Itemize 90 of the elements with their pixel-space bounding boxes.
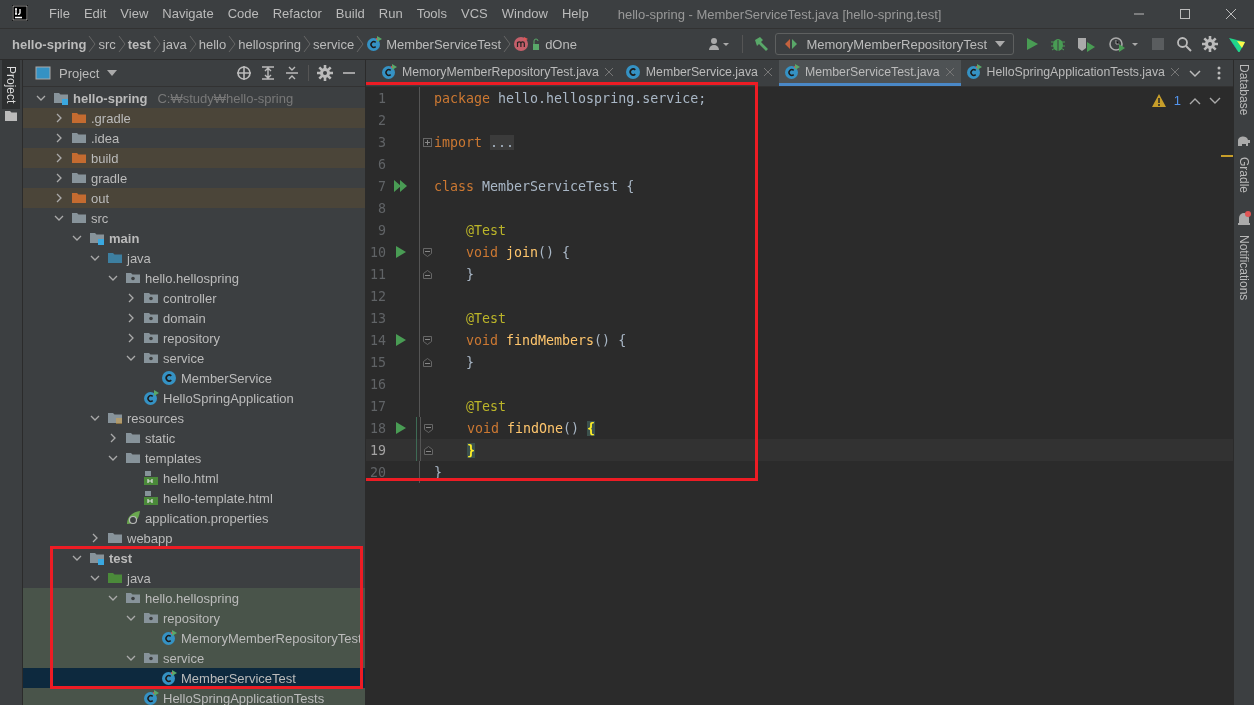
tree-item[interactable]: hello-template.html [163, 490, 273, 506]
code-line: } [465, 354, 474, 370]
tool-window-tab[interactable]: Gradle [1237, 153, 1251, 198]
tree-item[interactable]: java [127, 570, 151, 586]
code-line: @Test [465, 310, 507, 326]
tree-item[interactable]: service [163, 350, 205, 366]
tree-item[interactable]: src [91, 210, 109, 226]
tree-item[interactable]: domain [163, 310, 206, 326]
tool-window-tab[interactable]: Database [1237, 60, 1251, 120]
tree-item[interactable]: templates [145, 450, 202, 466]
menu-item[interactable]: View [113, 0, 156, 28]
tree-item[interactable]: gradle [91, 170, 128, 186]
tree-item[interactable]: out [91, 190, 110, 206]
tree-item[interactable]: service [163, 650, 205, 666]
tree-item[interactable]: static [145, 430, 176, 446]
menu-item[interactable]: Code [220, 0, 266, 28]
run-configuration-dropdown[interactable]: MemoryMemberRepositoryTest [775, 33, 1014, 55]
tree-item[interactable]: HelloSpringApplication [163, 390, 294, 406]
tree-item[interactable]: .gradle [91, 110, 131, 126]
menu-item[interactable]: Edit [76, 0, 114, 28]
tree-item[interactable]: main [109, 230, 140, 246]
editor-tab[interactable]: MemberService.java [619, 60, 779, 86]
tree-item[interactable]: controller [163, 290, 217, 306]
tree-item[interactable]: build [91, 150, 119, 166]
tree-item[interactable]: MemberService [181, 370, 273, 386]
breadcrumb[interactable]: service [313, 36, 355, 52]
breadcrumb[interactable]: dOne [545, 36, 577, 52]
line-number: 11 [369, 266, 386, 282]
breadcrumb[interactable]: MemberServiceTest [386, 36, 502, 52]
code-line: void findOne() { [466, 420, 596, 436]
editor-tab[interactable]: HelloSpringApplicationTests.java [960, 60, 1186, 86]
line-number: 12 [369, 288, 386, 304]
code-line: class MemberServiceTest { [434, 178, 635, 194]
tree-item[interactable]: hello-spring [73, 90, 148, 106]
line-number: 10 [369, 244, 386, 260]
line-number: 6 [377, 156, 386, 172]
menu-item[interactable]: VCS [454, 0, 495, 28]
line-number: 1 [377, 90, 386, 106]
tree-item[interactable]: webapp [127, 530, 173, 546]
code-line: package hello.hellospring.service; [434, 90, 707, 106]
menu-item[interactable]: Build [328, 0, 372, 28]
line-number: 16 [369, 376, 386, 392]
menu-item[interactable]: Tools [409, 0, 454, 28]
line-number: 14 [369, 332, 386, 348]
window-title: hello-spring - MemberServiceTest.java [hello-spring.test] [617, 6, 942, 22]
code-line: } [465, 266, 474, 282]
tree-item[interactable]: repository [163, 330, 221, 346]
code-line: @Test [465, 222, 507, 238]
tree-item[interactable]: .idea [91, 130, 120, 146]
tool-window-tab[interactable]: Notifications [1237, 231, 1251, 305]
path-hint: C:₩study₩hello-spring [157, 90, 294, 106]
editor-tab[interactable]: MemoryMemberRepositoryTest.java [376, 60, 620, 86]
tree-item[interactable]: hello.hellospring [145, 270, 239, 286]
tree-item[interactable]: test [109, 550, 133, 566]
breadcrumb[interactable]: hello-spring [12, 36, 87, 52]
breadcrumb[interactable]: java [162, 36, 187, 52]
tool-window-tab[interactable]: Project [2, 60, 20, 110]
menu-item[interactable]: Run [371, 0, 410, 28]
breadcrumb[interactable]: hellospring [238, 36, 302, 52]
menu-item[interactable]: File [42, 0, 77, 28]
tree-item[interactable]: hello.html [163, 470, 219, 486]
line-number: 20 [369, 464, 386, 480]
code-line: void join() { [465, 244, 571, 260]
tree-item[interactable]: java [127, 250, 151, 266]
breadcrumb[interactable]: src [98, 36, 116, 52]
line-number: 3 [377, 134, 386, 150]
warning-count[interactable]: 1 [1173, 93, 1181, 108]
code-line: import ... [434, 134, 515, 150]
tree-item[interactable]: repository [163, 610, 221, 626]
breadcrumb[interactable]: test [127, 36, 151, 52]
menu-item[interactable]: Navigate [155, 0, 221, 28]
menu-item[interactable]: Help [554, 0, 596, 28]
line-number: 13 [369, 310, 386, 326]
line-number: 15 [369, 354, 386, 370]
line-number: 19 [369, 442, 386, 458]
line-number: 17 [369, 398, 386, 414]
line-number: 2 [377, 112, 386, 128]
tree-item[interactable]: resources [127, 410, 185, 426]
menu-item[interactable]: Window [494, 0, 555, 28]
line-number: 7 [377, 178, 386, 194]
menu-item[interactable]: Refactor [265, 0, 329, 28]
line-number: 8 [377, 200, 386, 216]
line-number: 18 [369, 420, 386, 436]
editor-tab[interactable]: MemberServiceTest.java [778, 60, 961, 86]
panel-title[interactable]: Project [59, 65, 100, 81]
tree-item[interactable]: application.properties [145, 510, 269, 526]
breadcrumb[interactable]: hello [198, 36, 227, 52]
code-line: void findMembers() { [465, 332, 627, 348]
line-number: 9 [377, 222, 386, 238]
code-line: @Test [465, 398, 507, 414]
